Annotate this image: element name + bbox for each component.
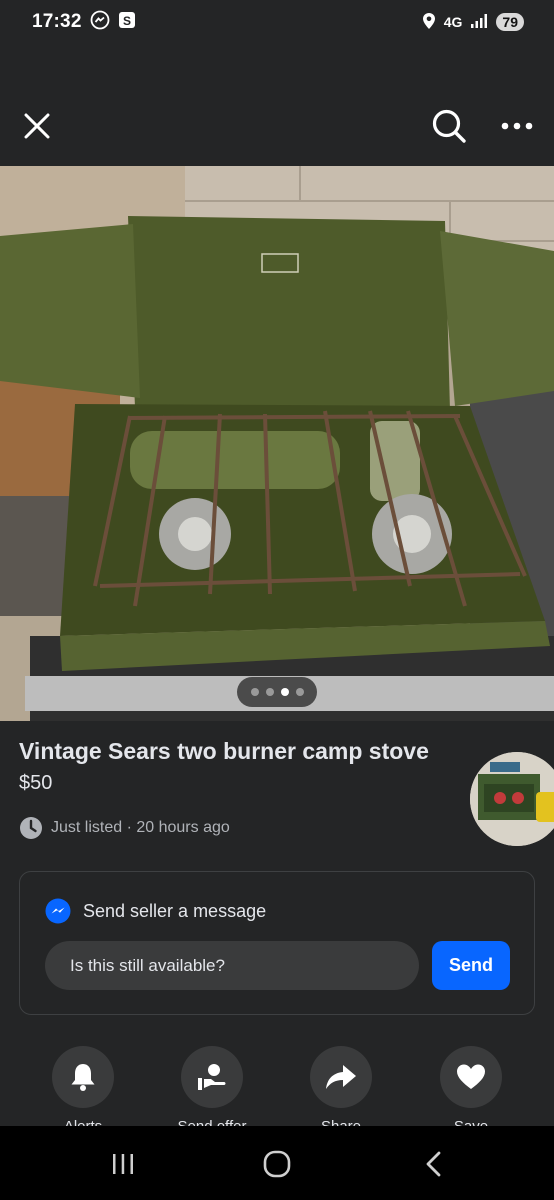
send-offer-button[interactable] [181, 1046, 243, 1108]
message-header-label: Send seller a message [83, 900, 267, 921]
save-button[interactable] [440, 1046, 502, 1108]
app-notification-icon: S [118, 11, 136, 34]
status-time: 17:32 [32, 11, 82, 32]
camp-stove-image [0, 166, 554, 721]
clock-icon [20, 817, 42, 839]
pagination-dot[interactable] [295, 688, 304, 696]
messenger-notification-icon [90, 10, 110, 35]
top-navigation [0, 92, 554, 162]
close-icon [24, 113, 50, 139]
recent-apps-icon [113, 1154, 133, 1174]
more-options-button[interactable] [495, 104, 539, 148]
search-icon [432, 109, 466, 143]
system-navigation-bar [0, 1126, 554, 1200]
back-icon [426, 1151, 441, 1177]
send-button[interactable]: Send [432, 941, 510, 990]
battery-indicator: 79 [496, 13, 524, 31]
network-type: 4G [443, 14, 463, 30]
seller-listing-thumbnail[interactable] [470, 752, 554, 846]
pagination-dot[interactable] [265, 688, 274, 696]
bell-icon [71, 1064, 95, 1091]
close-button[interactable] [15, 104, 59, 148]
messenger-icon [45, 898, 71, 924]
listing-price: $50 [19, 772, 53, 794]
search-button[interactable] [427, 104, 471, 148]
message-header: Send seller a message [45, 898, 266, 924]
listing-title: Vintage Sears two burner camp stove [19, 738, 429, 764]
home-button[interactable] [257, 1148, 297, 1180]
message-input[interactable]: Is this still available? [45, 941, 419, 990]
home-icon [263, 1150, 291, 1178]
share-button[interactable] [310, 1046, 372, 1108]
listing-photo[interactable] [0, 166, 554, 721]
pagination-dot[interactable] [250, 688, 259, 696]
action-row: Alerts Send offer Share Save [0, 1046, 554, 1135]
heart-icon [457, 1064, 485, 1089]
message-seller-card: Send seller a message Is this still avai… [19, 871, 535, 1015]
more-icon [501, 122, 533, 130]
svg-text:S: S [123, 14, 131, 28]
listed-text: Just listed · 20 hours ago [51, 819, 230, 836]
share-icon [326, 1065, 356, 1089]
pagination-dot-active[interactable] [280, 688, 289, 696]
thumbnail-image [470, 752, 554, 846]
recent-apps-button[interactable] [103, 1148, 143, 1180]
location-icon [422, 12, 436, 33]
photo-pagination[interactable] [237, 677, 317, 707]
listing-time: Just listed · 20 hours ago [19, 816, 230, 840]
signal-icon [470, 13, 488, 32]
back-button[interactable] [413, 1148, 453, 1180]
offer-icon [198, 1064, 226, 1090]
status-bar: 17:32 S 4G 79 [0, 0, 554, 44]
alerts-button[interactable] [52, 1046, 114, 1108]
